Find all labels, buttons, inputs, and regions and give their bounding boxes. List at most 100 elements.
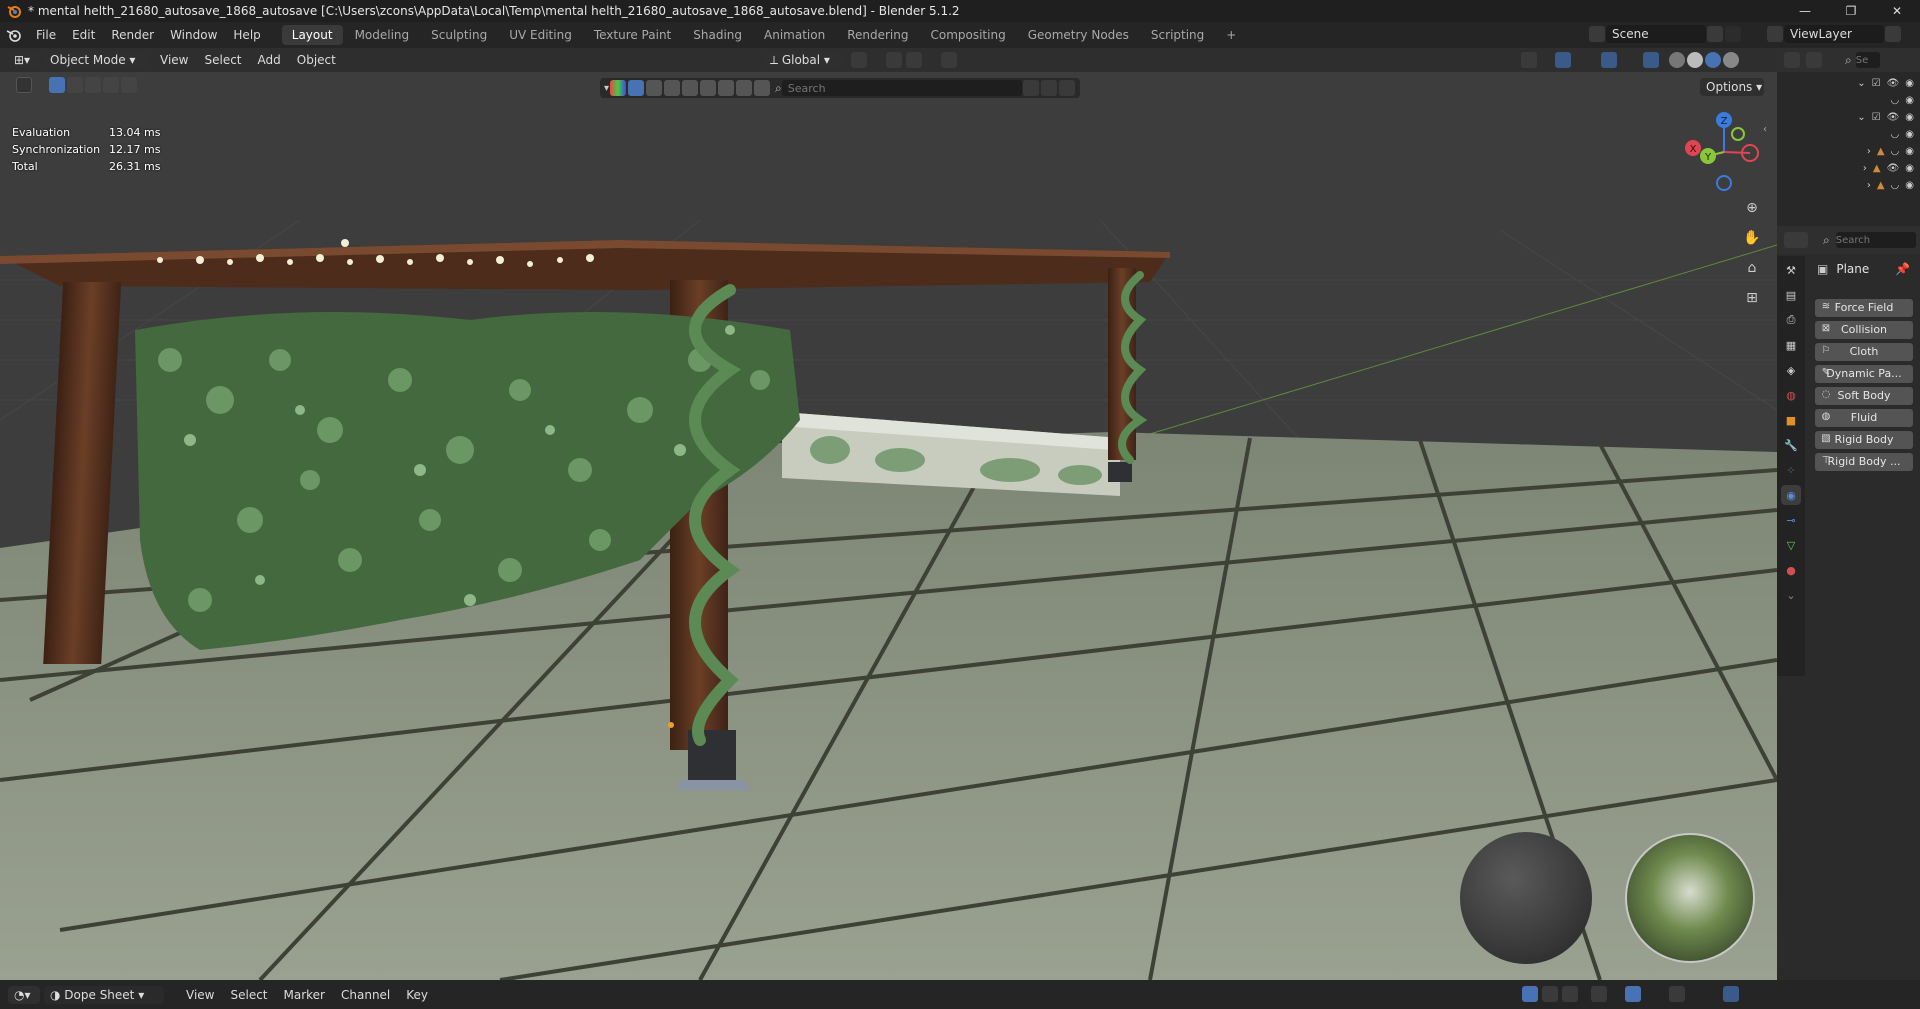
- physics-tab-icon[interactable]: ◉: [1781, 485, 1801, 505]
- select-mode-new-icon[interactable]: [49, 77, 65, 93]
- fluid-button[interactable]: ◍ Fluid: [1815, 409, 1913, 427]
- view-layer-icon[interactable]: [1767, 26, 1783, 42]
- eye-icon[interactable]: 👁: [1887, 112, 1900, 123]
- menu-render[interactable]: Render: [103, 22, 162, 48]
- dope-menu-select[interactable]: Select: [222, 988, 275, 1002]
- xray-icon[interactable]: [1643, 52, 1659, 68]
- camera-icon[interactable]: ◉: [1905, 180, 1914, 191]
- tool-tab-icon[interactable]: ⚒: [1781, 260, 1801, 280]
- force-field-button[interactable]: ≋ Force Field: [1815, 299, 1913, 317]
- scene-tab-icon[interactable]: ◈: [1781, 360, 1801, 380]
- more-tabs-icon[interactable]: ⌄: [1781, 585, 1801, 605]
- dope-menu-marker[interactable]: Marker: [276, 988, 333, 1002]
- select-box-tool-icon[interactable]: [16, 77, 32, 93]
- properties-search-input[interactable]: [1835, 232, 1916, 248]
- overlay-toggle-icon[interactable]: [1601, 52, 1617, 68]
- filter-light-icon[interactable]: [682, 80, 699, 96]
- outliner-editor-icon[interactable]: [1784, 52, 1800, 68]
- minimize-button[interactable]: —: [1782, 0, 1828, 22]
- close-button[interactable]: ✕: [1874, 0, 1920, 22]
- cloth-button[interactable]: ⚐ Cloth: [1815, 343, 1913, 361]
- gizmo-neg-z-axis[interactable]: [1716, 175, 1732, 191]
- proportional-keyframe-icon[interactable]: [1669, 986, 1685, 1002]
- constraints-tab-icon[interactable]: ⊸: [1781, 510, 1801, 530]
- display-options-icon[interactable]: [1040, 80, 1057, 96]
- tab-compositing[interactable]: Compositing: [920, 25, 1015, 45]
- outliner-row[interactable]: ⌄ ☑ 👁 ◉: [1777, 109, 1920, 126]
- filter-curve-icon[interactable]: [664, 80, 681, 96]
- view-layer-field[interactable]: ViewLayer: [1784, 25, 1884, 43]
- asset-search-input[interactable]: [781, 80, 1022, 96]
- outliner-row[interactable]: › ▲ 👁 ◉: [1777, 160, 1920, 177]
- select-mode-intersect-icon[interactable]: [121, 77, 137, 93]
- editor-type-icon[interactable]: ⊞▾: [8, 51, 40, 69]
- camera-icon[interactable]: ◉: [1905, 112, 1914, 123]
- pan-hand-icon[interactable]: ✋: [1740, 226, 1764, 250]
- all-types-icon[interactable]: [610, 80, 627, 96]
- camera-icon[interactable]: ◉: [1905, 146, 1914, 157]
- outliner-row[interactable]: ⌄ ☑ 👁 ◉: [1777, 75, 1920, 92]
- delete-scene-icon[interactable]: [1725, 26, 1741, 42]
- snap-icon[interactable]: [886, 52, 902, 68]
- filter-empty-icon[interactable]: [718, 80, 735, 96]
- perspective-toggle-icon[interactable]: ⊞: [1740, 286, 1764, 310]
- only-selected-icon[interactable]: [1522, 986, 1538, 1002]
- add-workspace-button[interactable]: +: [1216, 25, 1246, 45]
- view-layer-tab-icon[interactable]: ▦: [1781, 335, 1801, 355]
- transform-orientation[interactable]: ⟂ Global ▾: [764, 51, 842, 69]
- auto-keying-icon[interactable]: [1625, 986, 1641, 1002]
- expand-icon[interactable]: ⌄: [1857, 112, 1865, 123]
- checkbox-icon[interactable]: ☑: [1872, 112, 1881, 123]
- vp-menu-add[interactable]: Add: [250, 53, 289, 67]
- world-tab-icon[interactable]: ◍: [1781, 385, 1801, 405]
- collapse-sidebar-icon[interactable]: ‹: [1763, 124, 1767, 135]
- new-scene-icon[interactable]: [1707, 26, 1723, 42]
- outliner-row[interactable]: ◡ ◉: [1777, 92, 1920, 109]
- dope-menu-channel[interactable]: Channel: [333, 988, 398, 1002]
- options-dropdown[interactable]: Options ▾: [1700, 78, 1764, 96]
- material-tab-icon[interactable]: ●: [1781, 560, 1801, 580]
- modifiers-tab-icon[interactable]: 🔧: [1781, 435, 1801, 455]
- select-mode-invert-icon[interactable]: [103, 77, 119, 93]
- particles-tab-icon[interactable]: ⁘: [1781, 460, 1801, 480]
- filter-camera-icon[interactable]: [700, 80, 717, 96]
- hidden-eye-icon[interactable]: ◡: [1891, 95, 1900, 106]
- properties-editor-icon[interactable]: [1784, 232, 1808, 248]
- filter-other-icon[interactable]: [736, 80, 753, 96]
- camera-icon[interactable]: ◉: [1905, 95, 1914, 106]
- new-view-layer-icon[interactable]: [1885, 26, 1901, 42]
- wireframe-shading-icon[interactable]: [1669, 52, 1685, 68]
- only-errors-icon[interactable]: [1562, 986, 1578, 1002]
- dope-menu-key[interactable]: Key: [398, 988, 436, 1002]
- rendered-shading-icon[interactable]: [1723, 52, 1739, 68]
- expand-icon[interactable]: ›: [1867, 146, 1871, 157]
- rigid-body-button[interactable]: ▧ Rigid Body: [1815, 431, 1913, 449]
- filter-mesh-icon[interactable]: [646, 80, 663, 96]
- outliner-search-input[interactable]: [1855, 52, 1880, 68]
- object-tab-icon[interactable]: ■: [1781, 410, 1801, 430]
- show-hidden-icon[interactable]: [1542, 986, 1558, 1002]
- tab-scripting[interactable]: Scripting: [1141, 25, 1214, 45]
- scene-icon[interactable]: [1589, 26, 1605, 42]
- dynamic-paint-button[interactable]: ✎ Dynamic Pa...: [1815, 365, 1913, 383]
- collision-button[interactable]: ⊠ Collision: [1815, 321, 1913, 339]
- dope-sheet-mode-selector[interactable]: ◑ Dope Sheet ▾: [44, 985, 164, 1004]
- vp-menu-object[interactable]: Object: [289, 53, 344, 67]
- vp-menu-select[interactable]: Select: [196, 53, 249, 67]
- menu-help[interactable]: Help: [225, 22, 268, 48]
- solid-shading-icon[interactable]: [1687, 52, 1703, 68]
- pivot-icon[interactable]: [851, 52, 867, 68]
- tab-animation[interactable]: Animation: [754, 25, 835, 45]
- zoom-icon[interactable]: ⊕: [1740, 196, 1764, 220]
- filter-icon[interactable]: [1058, 80, 1075, 96]
- navigation-gizmo[interactable]: Z X Y: [1680, 108, 1768, 194]
- eye-icon[interactable]: 👁: [1887, 78, 1900, 89]
- 3d-viewport[interactable]: [0, 48, 1777, 980]
- chevron-down-icon[interactable]: ▾: [604, 83, 609, 94]
- tab-uv-editing[interactable]: UV Editing: [499, 25, 582, 45]
- checkbox-icon[interactable]: ☑: [1872, 78, 1881, 89]
- tab-rendering[interactable]: Rendering: [837, 25, 918, 45]
- pin-icon[interactable]: 📌: [1895, 262, 1910, 276]
- outliner-row[interactable]: ◡ ◉: [1777, 126, 1920, 143]
- dope-menu-view[interactable]: View: [178, 988, 222, 1002]
